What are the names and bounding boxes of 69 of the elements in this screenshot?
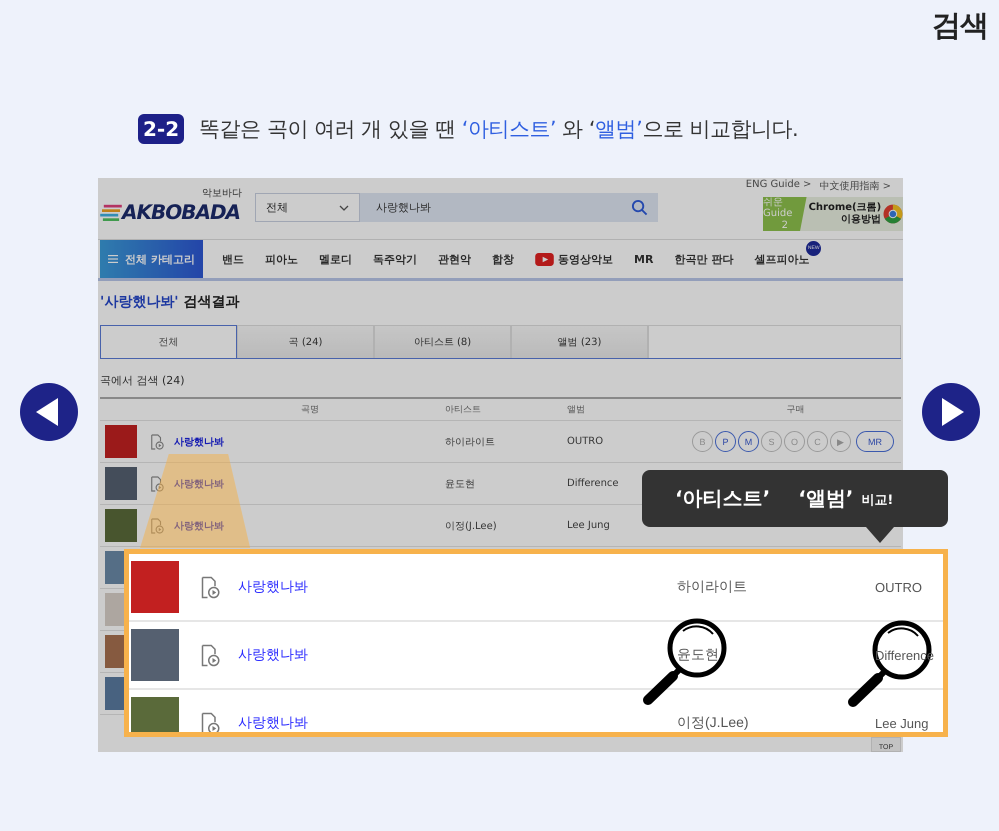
- album-cover-photo: [105, 425, 137, 458]
- menu-item[interactable]: 관현악: [438, 252, 471, 266]
- search-icon[interactable]: [631, 199, 648, 216]
- artist-cell-text: 이정(J.Lee): [445, 520, 498, 532]
- result-tab[interactable]: 전체: [100, 325, 237, 358]
- sheet-play-icon[interactable]: [200, 644, 220, 666]
- menu-item[interactable]: 동영상악보: [535, 252, 613, 266]
- sheet-play-icon[interactable]: [150, 476, 164, 492]
- menu-item[interactable]: 밴드: [222, 252, 244, 266]
- section-title: 검색: [932, 7, 988, 44]
- guide-banner[interactable]: 쉬운 Guide 2 Chrome(크롬) 이용방법: [763, 197, 903, 231]
- callout-text: 비교!: [861, 492, 894, 509]
- result-tab[interactable]: 아티스트 (8): [374, 325, 511, 358]
- menu-item[interactable]: 독주악기: [373, 252, 417, 266]
- banner-label: 쉬운 Guide: [763, 196, 794, 220]
- song-title-link[interactable]: 사랑했나봐: [238, 714, 677, 732]
- album-cell-text: Difference: [567, 478, 620, 489]
- menu-icon: [108, 255, 118, 263]
- menu-item[interactable]: 합창: [492, 252, 514, 266]
- browser-logo-icon: [883, 204, 903, 224]
- step-badge: 2-2: [138, 114, 184, 144]
- banner-subtitle: 이용방법: [841, 214, 882, 226]
- artist-cell-text: 하이라이트: [445, 436, 496, 448]
- chevron-down-icon: [339, 204, 349, 210]
- artist-cell: 윤도현: [677, 646, 719, 664]
- banner-title: Chrome(크롬): [808, 202, 882, 214]
- album-cover-photo: [105, 509, 137, 542]
- menu-item[interactable]: 피아노: [265, 252, 298, 266]
- song-title-link[interactable]: 사랑했나봐: [238, 578, 677, 596]
- category-select[interactable]: 전체: [255, 193, 360, 222]
- artist-cell: 하이라이트: [677, 578, 747, 596]
- album-cell-text: Lee Jung: [567, 520, 611, 531]
- sheet-play-icon[interactable]: [200, 712, 220, 732]
- banner-label: 2: [782, 220, 788, 232]
- purchase-option-button[interactable]: MR: [856, 431, 894, 452]
- stripes-icon: [100, 203, 122, 221]
- column-header: 구매: [786, 404, 806, 416]
- search-field[interactable]: 사랑했나봐: [360, 193, 658, 222]
- logo-wordmark[interactable]: AKBOBADA: [122, 200, 240, 224]
- song-title-link[interactable]: 사랑했나봐: [174, 434, 224, 448]
- song-title-link[interactable]: 사랑했나봐: [238, 646, 677, 664]
- guide-link[interactable]: 中文使用指南 >: [819, 179, 891, 193]
- menu-item[interactable]: MR: [634, 252, 654, 266]
- album-cover-photo: [105, 467, 137, 500]
- result-tab[interactable]: 곡 (24): [237, 325, 374, 358]
- artist-cell: 이정(J.Lee): [677, 714, 749, 732]
- menu-item[interactable]: 멜로디: [319, 252, 352, 266]
- sheet-play-icon[interactable]: [200, 576, 220, 598]
- column-header: 아티스트: [445, 404, 482, 416]
- category-menu-button[interactable]: 전체 카테고리: [100, 240, 203, 278]
- column-header: 곡명: [300, 404, 320, 416]
- logo-tagline: 악보바다: [202, 187, 242, 200]
- sheet-play-icon[interactable]: [150, 434, 164, 450]
- purchase-option-button[interactable]: P: [715, 431, 736, 452]
- menu-item[interactable]: 한곡만 판다: [674, 252, 734, 266]
- album-cell: OUTRO: [875, 580, 922, 594]
- album-cell-text: OUTRO: [567, 436, 604, 447]
- results-title: '사랑했나봐' 검색결과: [100, 293, 240, 312]
- result-tab[interactable]: 앨범 (23): [511, 325, 648, 358]
- section-heading: 곡에서 검색 (24): [100, 373, 186, 389]
- purchase-option-button[interactable]: M: [738, 431, 759, 452]
- guide-link[interactable]: ENG Guide >: [746, 179, 812, 193]
- artist-cell-text: 윤도현: [445, 478, 476, 490]
- column-header: 앨범: [567, 404, 586, 416]
- instruction-text: 똑같은 곡이 여러 개 있을 땐 ‘아티스트’ 와 ‘앨범’으로 비교합니다.: [199, 116, 798, 143]
- callout-text: ‘아티스트’: [675, 485, 770, 512]
- callout-text: ‘앨범’: [798, 485, 854, 512]
- album-cell: Lee Jung: [875, 716, 928, 730]
- video-play-icon: [535, 252, 554, 266]
